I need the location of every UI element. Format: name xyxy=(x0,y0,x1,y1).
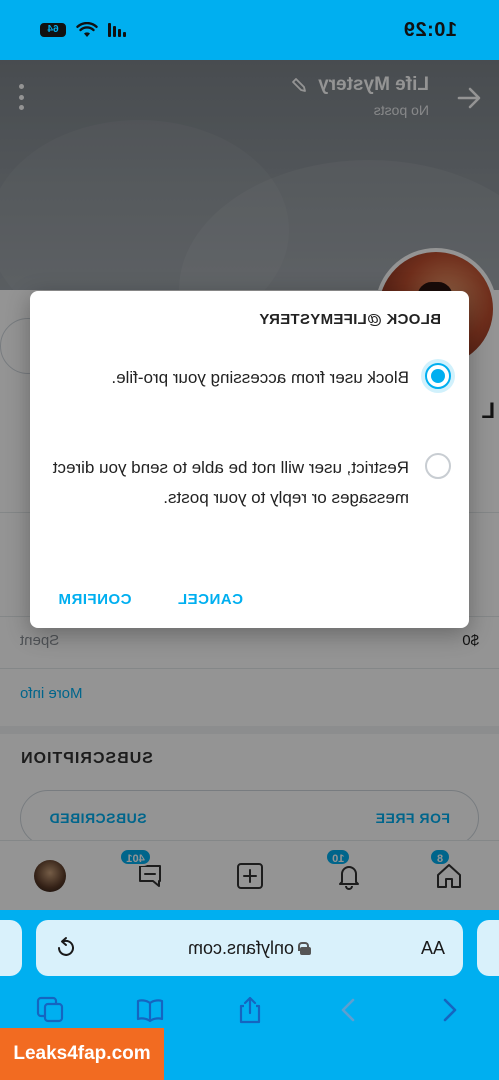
block-radio[interactable] xyxy=(425,363,451,389)
status-icons: 64 xyxy=(40,22,126,38)
next-tab-preview[interactable] xyxy=(0,920,22,976)
block-user-dialog: BLOCK @LIFEMYSTERY Block user from acces… xyxy=(30,291,469,628)
reload-icon[interactable] xyxy=(54,936,78,960)
restrict-option-label: Restrict, user will not be able to send … xyxy=(52,458,409,507)
mirrored-app: 10:29 64 Life Mystery No posts L Spent $… xyxy=(0,0,499,1080)
battery-icon: 64 xyxy=(40,23,66,37)
url-text: onlyfans.com xyxy=(187,937,295,958)
bookmarks-icon[interactable] xyxy=(135,995,165,1025)
share-icon[interactable] xyxy=(235,995,265,1025)
dialog-title: BLOCK @LIFEMYSTERY xyxy=(259,311,441,328)
status-bar: 10:29 64 xyxy=(0,0,499,60)
previous-tab-preview[interactable] xyxy=(477,920,499,976)
block-option[interactable]: Block user from accessing your pro-file. xyxy=(51,363,451,393)
tabs-icon[interactable] xyxy=(35,995,65,1025)
browser-nav-bar xyxy=(0,990,499,1030)
status-time: 10:29 xyxy=(403,18,457,41)
address-bar[interactable]: AA onlyfans.com xyxy=(36,920,463,976)
watermark: Leaks4fap.com xyxy=(0,1028,164,1080)
restrict-radio[interactable] xyxy=(425,453,451,479)
signal-icon xyxy=(108,23,126,37)
restrict-option[interactable]: Restrict, user will not be able to send … xyxy=(51,453,451,513)
forward-icon[interactable] xyxy=(334,995,364,1025)
dialog-actions: CANCEL CONFIRM xyxy=(58,591,243,608)
lock-icon xyxy=(300,942,311,955)
cancel-button[interactable]: CANCEL xyxy=(178,591,244,608)
back-icon[interactable] xyxy=(434,995,464,1025)
confirm-button[interactable]: CONFIRM xyxy=(58,591,132,608)
block-option-label: Block user from accessing your pro-file. xyxy=(111,368,409,387)
url-display[interactable]: onlyfans.com xyxy=(188,938,311,959)
page-settings-button[interactable]: AA xyxy=(421,938,445,959)
wifi-icon xyxy=(76,22,98,37)
